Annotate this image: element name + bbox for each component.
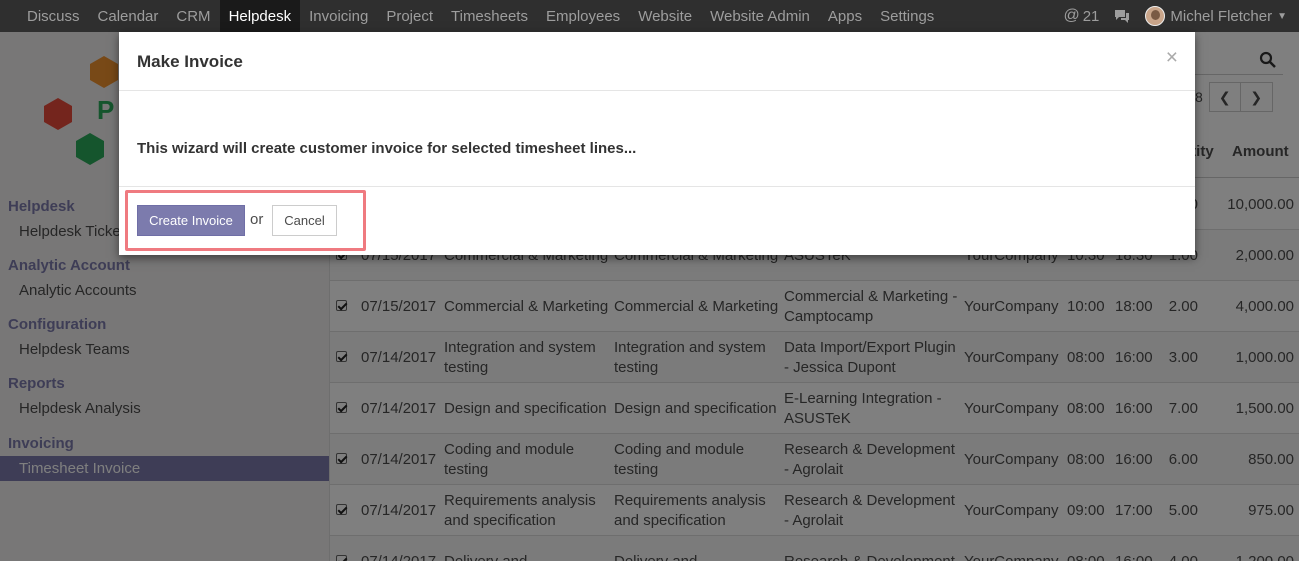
nav-item-invoicing[interactable]: Invoicing [300,0,377,32]
nav-item-crm[interactable]: CRM [167,0,219,32]
app-menu: Discuss Calendar CRM Helpdesk Invoicing … [18,0,943,32]
chat-button[interactable] [1113,8,1131,24]
user-menu[interactable]: Michel Fletcher ▼ [1145,6,1287,26]
wizard-message: This wizard will create customer invoice… [137,140,637,157]
modal-header: Make Invoice × [119,32,1195,91]
cancel-button[interactable]: Cancel [272,205,337,236]
nav-item-helpdesk[interactable]: Helpdesk [219,0,301,32]
caret-down-icon: ▼ [1277,10,1287,22]
modal-title: Make Invoice [137,52,243,71]
nav-item-discuss[interactable]: Discuss [18,0,89,32]
or-separator: or [250,211,264,228]
avatar [1145,6,1166,26]
nav-item-website[interactable]: Website [629,0,701,32]
top-navbar: Discuss Calendar CRM Helpdesk Invoicing … [0,0,1299,32]
make-invoice-dialog: Make Invoice × This wizard will create c… [119,32,1195,255]
user-name: Michel Fletcher [1170,7,1273,25]
nav-item-project[interactable]: Project [377,0,442,32]
modal-footer: Create Invoice or Cancel [119,187,1195,254]
nav-item-employees[interactable]: Employees [537,0,629,32]
nav-item-calendar[interactable]: Calendar [89,0,168,32]
nav-item-apps[interactable]: Apps [819,0,871,32]
create-invoice-button[interactable]: Create Invoice [137,205,245,236]
navbar-right: @ 21 Michel Fletcher ▼ [1049,0,1299,32]
chat-icon [1115,10,1130,23]
mentions-count: 21 [1082,7,1100,25]
modal-body: This wizard will create customer invoice… [119,91,1195,187]
close-icon[interactable]: × [1166,46,1178,70]
nav-item-timesheets[interactable]: Timesheets [442,0,537,32]
nav-item-settings[interactable]: Settings [871,0,943,32]
mentions-button[interactable]: @ 21 [1063,7,1099,25]
nav-item-website-admin[interactable]: Website Admin [701,0,819,32]
at-icon: @ [1063,7,1080,24]
